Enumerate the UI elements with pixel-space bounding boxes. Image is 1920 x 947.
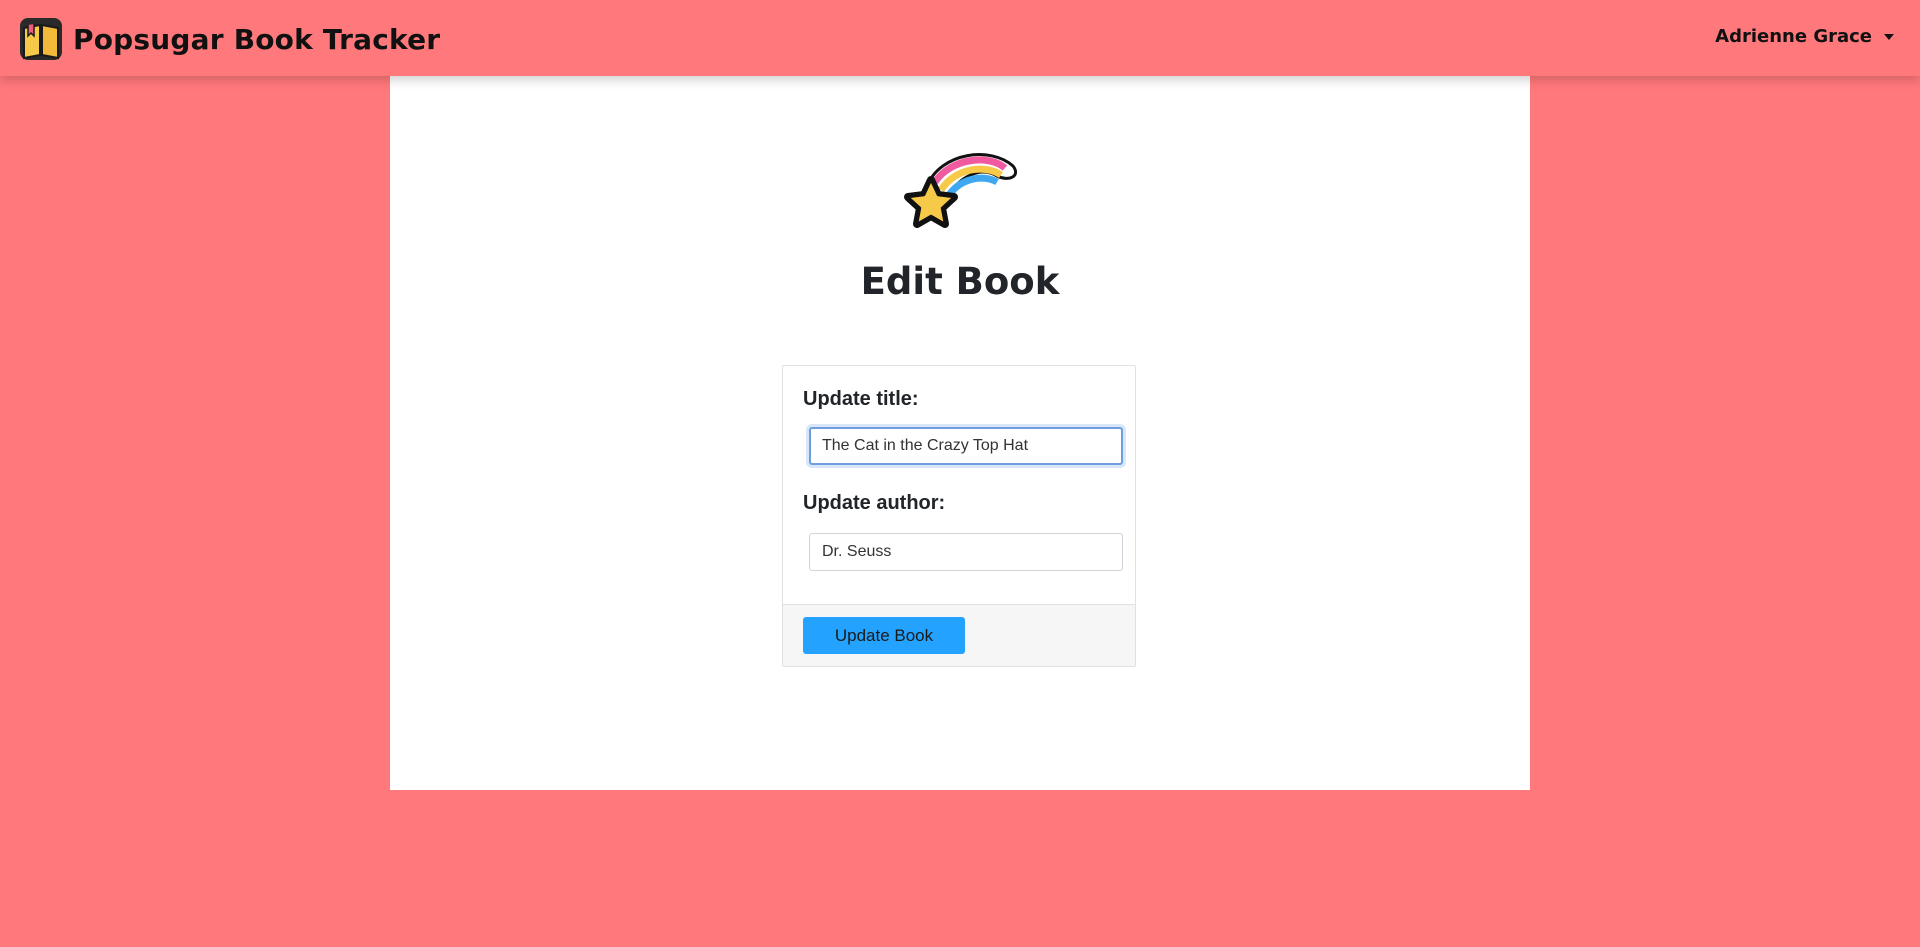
top-navbar: Popsugar Book Tracker Adrienne Grace — [0, 0, 1920, 76]
user-menu-dropdown[interactable]: Adrienne Grace — [1715, 26, 1894, 47]
title-field-label: Update title: — [803, 388, 919, 410]
shooting-star-rainbow-icon — [904, 153, 1018, 228]
title-input[interactable] — [809, 427, 1123, 465]
update-book-button[interactable]: Update Book — [803, 617, 965, 654]
page-title: Edit Book — [860, 260, 1060, 303]
brand-link[interactable]: Popsugar Book Tracker — [18, 16, 440, 62]
author-input[interactable] — [809, 533, 1123, 571]
author-field-label: Update author: — [803, 492, 946, 514]
open-book-icon — [20, 18, 62, 60]
user-name: Adrienne Grace — [1715, 26, 1872, 47]
main-content-panel: Edit Book Update title: Update author: U… — [390, 76, 1530, 790]
edit-book-form: Update title: Update author: Update Book — [782, 365, 1136, 667]
caret-down-icon — [1884, 33, 1894, 40]
form-footer: Update Book — [783, 604, 1135, 666]
brand-name: Popsugar Book Tracker — [73, 22, 441, 56]
